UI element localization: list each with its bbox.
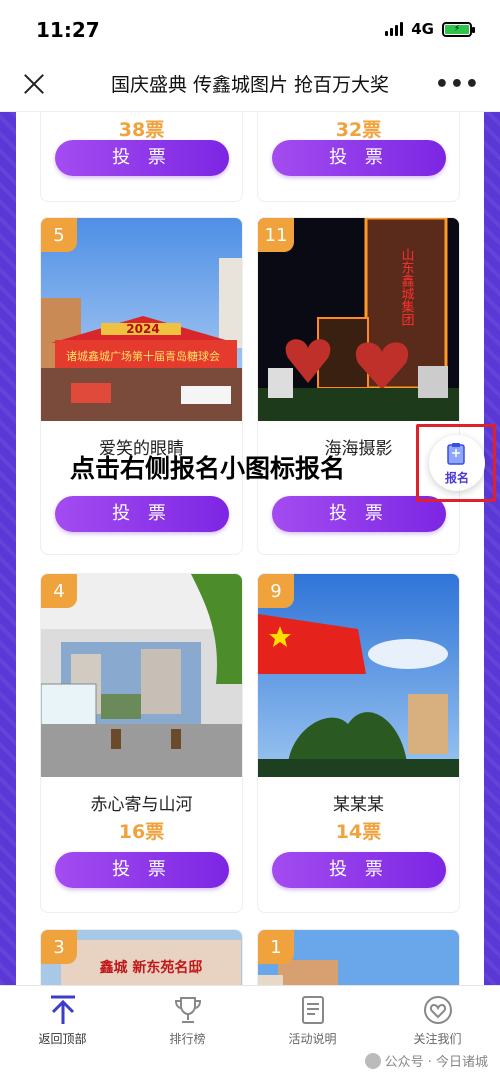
trophy-icon: [174, 997, 201, 1023]
entry-number-badge: 1: [258, 930, 294, 964]
entries-panel: 38票 投 票 32票 投 票 2024 诸城鑫城广场第十届青岛糖球会 5 爱笑…: [16, 112, 484, 985]
signal-icon: [385, 22, 404, 36]
entry-card: 山东鑫城集团 11 海海摄影 投 票: [257, 217, 460, 555]
entry-card: 4 赤心寄与山河 16票 投 票: [40, 573, 243, 913]
status-bar: 11:27 4G ⚡: [0, 0, 500, 56]
tab-leaderboard[interactable]: 排行榜: [125, 994, 250, 1047]
document-icon: [301, 996, 324, 1024]
close-icon[interactable]: [20, 70, 48, 98]
signup-label: 报名: [444, 471, 469, 485]
entry-card: 32票 投 票: [257, 112, 460, 202]
vote-count: 32票: [335, 119, 382, 141]
tab-label: 返回顶部: [38, 1032, 87, 1046]
arrow-up-icon: [50, 995, 75, 1024]
photo-sign-text: 山东鑫城集团: [399, 248, 415, 326]
status-time: 11:27: [36, 18, 100, 42]
network-type: 4G: [411, 20, 434, 38]
entry-card: 1: [257, 929, 460, 985]
entry-number-badge: 4: [41, 574, 77, 608]
vote-button[interactable]: 投 票: [272, 140, 446, 176]
entry-number-badge: 9: [258, 574, 294, 608]
signup-form-icon: [447, 443, 465, 465]
entry-name: 某某某: [333, 795, 384, 815]
tab-label: 活动说明: [288, 1032, 337, 1046]
bottom-tab-bar: 返回顶部 排行榜 活动说明 关注我们 公众号 · 今日诸城: [0, 985, 500, 1082]
photo-sign-text: 鑫城 新东苑名邸: [99, 959, 203, 976]
status-indicators: 4G ⚡: [385, 20, 475, 38]
heart-icon: [423, 996, 452, 1024]
entry-number-badge: 11: [258, 218, 294, 252]
watermark-text: 公众号 · 今日诸城: [384, 1055, 488, 1070]
entry-name: 赤心寄与山河: [90, 795, 193, 815]
battery-icon: ⚡: [442, 21, 475, 37]
signup-button[interactable]: 报名: [429, 435, 485, 491]
vote-button[interactable]: 投 票: [55, 140, 229, 176]
photo-sign-text: 诸城鑫城广场第十届青岛糖球会: [66, 349, 220, 363]
tab-label: 关注我们: [413, 1032, 462, 1046]
signup-instruction-text: 点击右侧报名小图标报名: [70, 454, 346, 483]
more-icon[interactable]: •••: [435, 72, 480, 97]
nav-bar: 国庆盛典 传鑫城图片 抢百万大奖 •••: [0, 56, 500, 112]
tab-label: 排行榜: [169, 1032, 206, 1046]
page-title: 国庆盛典 传鑫城图片 抢百万大奖: [110, 74, 390, 96]
content-area[interactable]: 38票 投 票 32票 投 票 2024 诸城鑫城广场第十届青岛糖球会 5 爱笑…: [0, 112, 500, 985]
tab-back-to-top[interactable]: 返回顶部: [0, 994, 125, 1047]
entry-card: 38票 投 票: [40, 112, 243, 202]
signup-highlight-box: 报名: [416, 424, 496, 502]
tab-event-info[interactable]: 活动说明: [250, 994, 375, 1047]
entry-card: 9 某某某 14票 投 票: [257, 573, 460, 913]
entry-number-badge: 5: [41, 218, 77, 252]
wechat-icon: [364, 1052, 381, 1069]
vote-count: 14票: [335, 821, 382, 843]
vote-count: 38票: [118, 119, 165, 141]
watermark: 公众号 · 今日诸城: [364, 1051, 488, 1070]
entry-card: 鑫城 新东苑名邸 3: [40, 929, 243, 985]
vote-count: 16票: [118, 821, 165, 843]
vote-button[interactable]: 投 票: [55, 852, 229, 888]
photo-year-text: 2024: [126, 322, 159, 336]
entry-card: 2024 诸城鑫城广场第十届青岛糖球会 5 爱笑的眼睛 投 票: [40, 217, 243, 555]
vote-button[interactable]: 投 票: [55, 496, 229, 532]
entry-number-badge: 3: [41, 930, 77, 964]
vote-button[interactable]: 投 票: [272, 852, 446, 888]
tab-follow-us[interactable]: 关注我们: [375, 994, 500, 1047]
